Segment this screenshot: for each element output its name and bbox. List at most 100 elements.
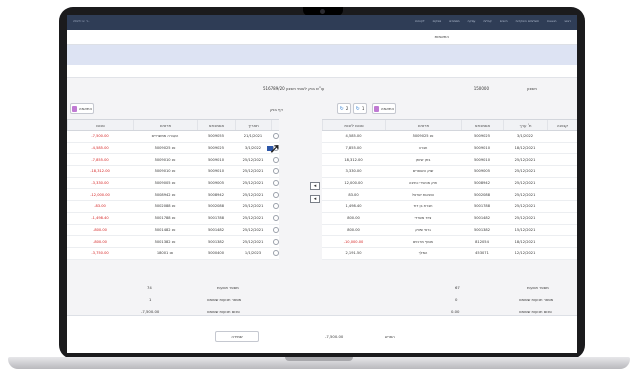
table-row[interactable]: 25/12/2021 5008942 פנ 5008942 -12,000.00 [67,189,279,202]
table-row[interactable]: 25/12/2021 5001382 פנ 5001382 -800.00 [67,236,279,248]
menu-item[interactable]: ראשי [565,19,572,23]
date-cell: 25/12/2021 [242,216,264,221]
amount-cell: -7,855.00 [91,157,109,162]
menu-item[interactable]: קבלות [483,19,491,23]
move-left-arrow-icon[interactable]: ◂ [310,195,320,203]
details-cell: פנ 5009025 [154,146,176,151]
amount-cell: -83.00 [94,204,106,209]
details-cell: פנ 5002088 [154,204,176,209]
column-header[interactable]: ת' ערך [503,120,547,130]
right-count-label: מספר תנועות [527,285,549,290]
row-checkbox[interactable] [273,203,279,210]
row-checkbox[interactable] [273,250,279,257]
table-row[interactable]: 25/12/2021 5001788 פנ 5001788 -1,498.40 [67,213,279,225]
table-row[interactable]: 25/12/2021 5001788 חברת בן דוד 1,498.40 [322,201,577,213]
table-row[interactable]: 25/12/2021 5009010 פנ 5009010 -18,312.00 [67,166,279,178]
date-cell: 25/12/2021 [514,169,536,174]
row-select-cell [271,236,279,247]
group-cell [547,143,577,154]
table-row[interactable]: 25/12/2021 5002088 פנ 5002088 -83.00 [67,201,279,213]
bottom-bar [67,315,577,353]
row-checkbox[interactable] [273,180,279,187]
date-cell: 25/12/2021 [514,216,536,221]
menu-item[interactable]: לקוחות [415,19,424,23]
details-cell: פנ 5008942 [154,192,176,197]
camera-icon [320,9,325,14]
row-checkbox[interactable] [273,168,279,175]
table-row[interactable]: 25/12/2021 5001482 ציוד משרדי 800.00 [322,213,577,225]
column-header[interactable]: קבוצה [547,120,577,130]
amount-cell: 800.00 [347,216,360,221]
reference-cell: 5009010 [473,146,490,151]
column-header[interactable]: תאריך [235,120,271,130]
table-row[interactable]: 3/1/2022 5009025 פנ 5009025 4,585.00 [322,131,577,143]
left-marked-sum-value: -7,500.00 [141,309,160,314]
row-select-cell [271,248,279,259]
table-row[interactable]: 25/12/2021 5001482 פנ 5001482 -800.00 [67,225,279,237]
group-cell [547,189,577,200]
menu-item[interactable]: ספקים [433,19,442,23]
date-cell: 21/1/2021 [243,134,263,139]
details-cell: בזק שיווק [415,157,431,162]
table-row[interactable]: 12/12/2021 453071 המלך 2,191.50 [322,248,577,260]
save-button[interactable]: שמירה [215,331,259,342]
left-marked-count-value: 1 [149,297,152,302]
row-select-cell [271,178,279,189]
row-checkbox[interactable] [273,238,279,245]
amount-cell: 83.00 [348,192,359,197]
table-row[interactable]: 3/1/2022 5009025 פנ 5009025 -4,585.00 [67,143,279,155]
amount-cell: 4,585.00 [345,134,362,139]
amount-cell: 18,312.00 [344,157,363,162]
details-cell: ציוד משרדי [414,216,432,221]
row-checkbox[interactable] [273,215,279,222]
right-match-button[interactable]: התאמה [372,103,396,114]
date-cell: 25/12/2021 [242,204,264,209]
left-match-button[interactable]: התאמה [70,103,94,114]
row-checkbox[interactable] [273,133,279,140]
table-row[interactable]: 15/12/2021 5001382 גרפי שיווק 800.00 [322,225,577,237]
amount-cell: -18,312.00 [90,169,110,174]
column-header[interactable]: אסמכתא [197,120,235,130]
table-row[interactable]: 1/1/2023 5000400 פנ 18001 -3,750.00 [67,248,279,260]
row-select-cell [271,213,279,224]
reference-cell: 5008942 [473,181,490,186]
table-row[interactable]: 18/12/2021 812054 מסוף מרכזים -10,000.00 [322,236,577,248]
group-cell [547,166,577,177]
left-count-value: 74 [147,285,152,290]
difference-label: הפרש [385,334,395,339]
table-row[interactable]: 25/12/2021 5009005 שוק השופרים 3,330.00 [322,166,577,178]
row-checkbox[interactable] [273,191,279,198]
table-row[interactable]: 25/12/2021 5009010 פנ 5009010 -7,855.00 [67,154,279,167]
refresh-count-button[interactable]: ↻ 1 [353,103,367,114]
menu-item[interactable]: מסמכים [449,19,459,23]
table-row[interactable]: 25/12/2021 5002088 הוצאות ישראל 83.00 [322,189,577,202]
reference-cell: 5009010 [207,169,224,174]
menu-item[interactable]: תשלומים והפקדות [516,19,539,23]
move-left-arrow-icon[interactable]: ◂ [310,182,320,190]
table-row[interactable]: 25/12/2021 5008942 חוק מכשירי כתיבה 12,000.… [322,178,577,190]
row-checkbox[interactable] [273,226,279,233]
column-header[interactable]: פרטים [385,120,461,130]
column-header[interactable]: אסמכתא [461,120,503,130]
column-header[interactable]: סכום לזכות [322,120,385,130]
table-row[interactable]: 25/12/2021 5009005 פנ 5009005 -3,330.00 [67,178,279,190]
column-header[interactable]: סכום [67,120,133,130]
column-header[interactable]: פרטים [133,120,197,130]
menu-item[interactable]: עסקה [468,19,476,23]
top-menu: ראשי הוצאות תשלומים והפקדות חיובים קבלות… [415,19,571,23]
table-row[interactable]: 18/12/2021 5009010 חברה 7,855.00 [322,143,577,155]
row-checkbox[interactable] [273,156,279,163]
right-marked-count-label: מספר תנועות שסומנו [519,297,554,302]
table-row[interactable]: 21/1/2021 5009055 העברה ממשרדים -7,500.00 [67,131,279,143]
amount-cell: 1,498.40 [345,204,362,209]
table-row[interactable]: 25/12/2021 5009010 בזק שיווק 18,312.00 [322,154,577,167]
group-cell [547,131,577,142]
date-cell: 25/12/2021 [242,181,264,186]
date-cell: 12/12/2021 [514,251,536,256]
menu-item[interactable]: הוצאות [547,19,556,23]
details-cell: פנ 18001 [156,251,174,256]
refresh-count-button[interactable]: ↻ 2 [337,103,351,114]
amount-cell: -3,750.00 [91,251,109,256]
menu-item[interactable]: חיובים [500,19,508,23]
date-cell: 15/12/2021 [514,227,536,232]
